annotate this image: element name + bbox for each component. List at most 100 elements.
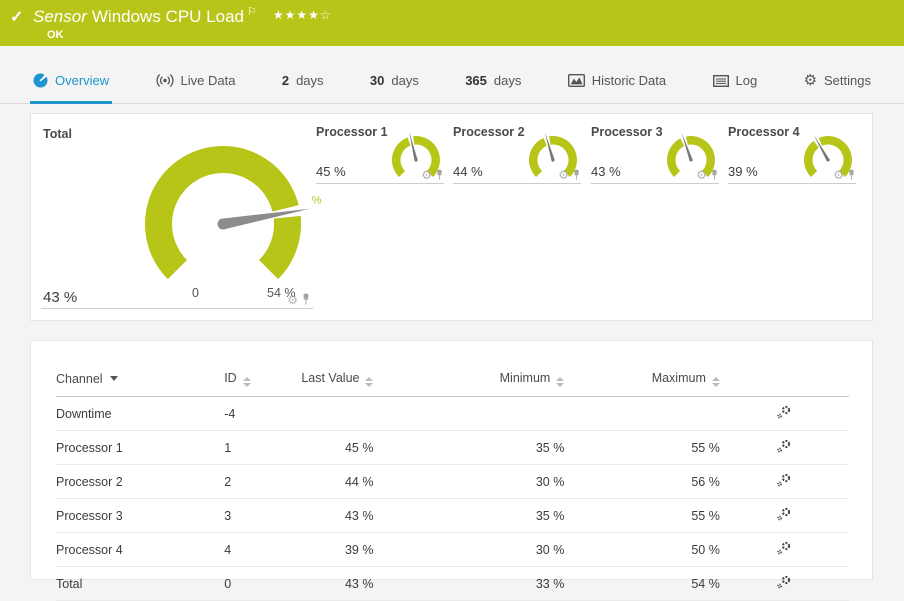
log-list-icon <box>713 75 729 87</box>
gauge-title: Processor 1 <box>316 125 388 139</box>
gauge-cell-processor-3: Processor 3 43 % ⚙ <box>591 124 719 184</box>
pin-icon[interactable] <box>710 169 719 181</box>
cell-last-value: 44 % <box>301 465 373 499</box>
gear-icon: ⚙ <box>804 73 817 88</box>
gauge-icon <box>33 73 48 88</box>
column-header-maximum[interactable]: Maximum <box>564 371 720 397</box>
tab-label: days <box>494 73 521 88</box>
tab-overview[interactable]: Overview <box>30 60 112 104</box>
gauge-last-value: 44 % <box>453 164 483 179</box>
tab-log[interactable]: Log <box>710 60 761 104</box>
gauge-cell-processor-1: Processor 1 45 % ⚙ <box>316 124 444 184</box>
cell-channel[interactable]: Processor 4 <box>56 533 224 567</box>
status-badge: OK <box>47 29 64 41</box>
column-header-channel[interactable]: Channel <box>56 371 224 397</box>
table-row-processor-2: Processor 2244 %30 %56 % <box>56 465 849 499</box>
svg-text:%: % <box>312 195 322 207</box>
sensor-title-name: Windows CPU Load <box>92 7 244 26</box>
gauge-cell-actions: ⚙ <box>696 169 719 181</box>
table-row-processor-4: Processor 4439 %30 %50 % <box>56 533 849 567</box>
cell-minimum: 33 % <box>373 567 564 601</box>
gauges-panel: Total % 0 54 % 43 % ⚙ Processor 1 45 % ⚙… <box>30 113 873 321</box>
channel-settings-gears-icon[interactable] <box>776 472 792 488</box>
cell-minimum <box>373 397 564 431</box>
channel-settings-gears-icon[interactable] <box>776 540 792 556</box>
column-header-last-value[interactable]: Last Value <box>301 371 373 397</box>
pin-icon[interactable] <box>572 169 581 181</box>
channel-settings-gears-icon[interactable] <box>776 506 792 522</box>
tab-historic-data[interactable]: Historic Data <box>565 60 669 104</box>
cell-maximum: 55 % <box>564 499 720 533</box>
channels-table: Channel ID Last Value Minimum Maximum Do… <box>56 371 849 601</box>
gauge-title: Processor 2 <box>453 125 525 139</box>
table-header-row: Channel ID Last Value Minimum Maximum <box>56 371 849 397</box>
cell-channel[interactable]: Downtime <box>56 397 224 431</box>
tab-30-days[interactable]: 30 days <box>367 60 422 104</box>
tab-label: Overview <box>55 73 109 88</box>
cell-minimum: 30 % <box>373 465 564 499</box>
gauge-cell-actions: ⚙ <box>833 169 856 181</box>
channel-settings-gears-icon[interactable] <box>776 438 792 454</box>
cell-last-value: 39 % <box>301 533 373 567</box>
channel-settings-gears-icon[interactable] <box>776 574 792 590</box>
sort-icon <box>556 377 564 387</box>
cell-id: 3 <box>224 499 301 533</box>
tab-label: days <box>296 73 323 88</box>
tab-2-days[interactable]: 2 days <box>279 60 327 104</box>
column-header-actions <box>720 371 849 397</box>
tab-label: Historic Data <box>592 73 666 88</box>
table-row-total: Total043 %33 %54 % <box>56 567 849 601</box>
table-row-downtime: Downtime-4 <box>56 397 849 431</box>
table-row-processor-3: Processor 3343 %35 %55 % <box>56 499 849 533</box>
sort-icon <box>712 377 720 387</box>
status-ok-check-icon: ✓ <box>10 7 23 27</box>
tab-label: Settings <box>824 73 871 88</box>
priority-stars[interactable]: ★★★★☆ <box>273 8 332 22</box>
flag-icon[interactable]: ⚐ <box>247 6 257 18</box>
broadcast-icon <box>156 74 174 87</box>
pin-icon[interactable] <box>435 169 444 181</box>
gauge-title: Processor 4 <box>728 125 800 139</box>
cell-minimum: 30 % <box>373 533 564 567</box>
gauge-last-value: 43 % <box>43 289 77 306</box>
tab-live-data[interactable]: Live Data <box>153 60 239 104</box>
tab-365-days[interactable]: 365 days <box>462 60 524 104</box>
cell-id: 2 <box>224 465 301 499</box>
column-header-minimum[interactable]: Minimum <box>373 371 564 397</box>
sensor-title: SensorWindows CPU Load⚐★★★★☆ <box>33 5 332 27</box>
tab-settings[interactable]: ⚙ Settings <box>801 60 874 104</box>
column-header-id[interactable]: ID <box>224 371 301 397</box>
gauge-last-value: 43 % <box>591 164 621 179</box>
cell-minimum: 35 % <box>373 431 564 465</box>
cell-minimum: 35 % <box>373 499 564 533</box>
gauge-cell-actions: ⚙ <box>558 169 581 181</box>
cell-maximum: 56 % <box>564 465 720 499</box>
gauge-title: Processor 3 <box>591 125 663 139</box>
gauge-scale-min: 0 <box>192 286 199 300</box>
sort-icon <box>243 377 251 387</box>
gear-icon[interactable]: ⚙ <box>833 169 844 181</box>
tab-label: Log <box>736 73 758 88</box>
gauge-cell-actions: ⚙ <box>287 293 311 306</box>
pin-icon[interactable] <box>301 293 311 306</box>
gear-icon[interactable]: ⚙ <box>558 169 569 181</box>
gear-icon[interactable]: ⚙ <box>287 294 298 306</box>
sensor-status-header: ✓ SensorWindows CPU Load⚐★★★★☆ OK <box>0 0 904 46</box>
cell-channel[interactable]: Total <box>56 567 224 601</box>
cell-channel[interactable]: Processor 3 <box>56 499 224 533</box>
cell-channel[interactable]: Processor 1 <box>56 431 224 465</box>
cell-maximum <box>564 397 720 431</box>
cell-maximum: 55 % <box>564 431 720 465</box>
gear-icon[interactable]: ⚙ <box>421 169 432 181</box>
tab-bar: Overview Live Data 2 days 30 days 365 da… <box>0 60 904 104</box>
cell-id: 1 <box>224 431 301 465</box>
gauge-cell-processor-4: Processor 4 39 % ⚙ <box>728 124 856 184</box>
channel-settings-gears-icon[interactable] <box>776 404 792 420</box>
tab-number: 2 <box>282 73 289 88</box>
tab-label: days <box>391 73 418 88</box>
gauge-cell-actions: ⚙ <box>421 169 444 181</box>
pin-icon[interactable] <box>847 169 856 181</box>
cell-channel[interactable]: Processor 2 <box>56 465 224 499</box>
tab-number: 365 <box>465 73 487 88</box>
gear-icon[interactable]: ⚙ <box>696 169 707 181</box>
